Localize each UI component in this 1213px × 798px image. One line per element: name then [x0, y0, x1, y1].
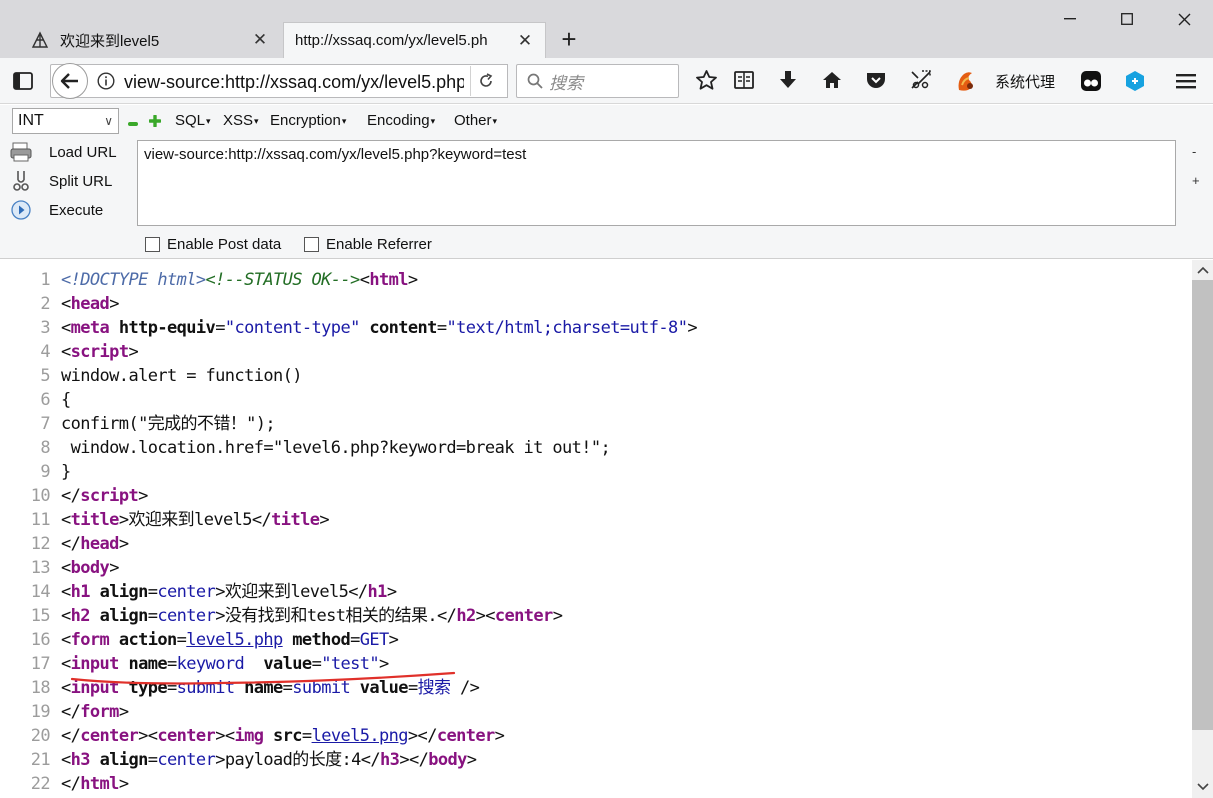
menu-xss[interactable]: XSS▾ — [223, 112, 259, 129]
load-url-button[interactable]: Load URL — [10, 140, 130, 164]
minimize-icon[interactable] — [1056, 6, 1084, 32]
shrink-button[interactable]: - — [1192, 144, 1196, 159]
home-icon[interactable] — [820, 68, 844, 92]
maximize-icon[interactable] — [1113, 6, 1141, 32]
load-url-label: Load URL — [49, 143, 117, 161]
chevron-down-icon: ∨ — [104, 114, 113, 128]
source-line: 5 window.alert = function() — [40, 366, 302, 386]
source-line: 4 <script> — [40, 342, 139, 362]
enable-referrer-checkbox[interactable]: Enable Referrer — [304, 236, 432, 253]
source-line-highlighted: 17 <input name=keyword value="test"> — [30, 654, 390, 674]
reload-icon[interactable] — [470, 66, 500, 96]
enable-referrer-label: Enable Referrer — [326, 236, 432, 253]
info-icon[interactable] — [96, 71, 116, 91]
extension-icon[interactable] — [1122, 68, 1148, 94]
pocket-icon[interactable] — [864, 68, 888, 92]
source-line: 13 <body> — [30, 558, 120, 578]
execute-label: Execute — [49, 201, 104, 219]
tab-title: http://xssaq.com/yx/level5.ph — [295, 32, 488, 49]
type-select[interactable]: INT ∨ — [12, 108, 119, 134]
menu-other-label: Other — [454, 112, 492, 129]
source-line: 2 <head> — [40, 294, 119, 314]
close-tab-icon[interactable]: ✕ — [515, 31, 535, 51]
type-select-value: INT — [18, 112, 44, 129]
new-tab-icon[interactable]: + — [556, 26, 582, 52]
source-line: 12 </head> — [30, 534, 129, 554]
source-line: 20 </center><center><img src=level5.png><… — [30, 726, 505, 746]
execute-button[interactable]: Execute — [10, 198, 130, 222]
tab-level5[interactable]: 欢迎来到level5 ✕ — [0, 22, 280, 58]
proxy-label[interactable]: 系统代理 — [995, 71, 1055, 92]
search-input[interactable]: 搜索 — [516, 64, 679, 98]
source-line: 6{ — [40, 390, 71, 410]
search-placeholder: 搜索 — [549, 73, 583, 93]
source-line: 14 <h1 align=center>欢迎来到level5</h1> — [30, 582, 397, 602]
scroll-down-icon[interactable] — [1196, 780, 1210, 792]
proxy-fox-icon[interactable] — [953, 68, 979, 94]
bookmark-star-icon[interactable] — [694, 68, 718, 92]
source-line: 8 window.location.href="level6.php?keywo… — [40, 438, 611, 458]
source-line: 22 </html> — [30, 774, 129, 794]
source-line: 3 <meta http-equiv="content-type" content… — [40, 318, 697, 338]
source-line: 1 <!DOCTYPE html><!--STATUS OK--><html> — [40, 270, 418, 290]
split-url-button[interactable]: Split URL — [10, 169, 130, 193]
checkbox-box[interactable] — [145, 237, 160, 252]
window-close-icon[interactable] — [1170, 6, 1198, 32]
split-url-label: Split URL — [49, 172, 113, 190]
source-line: 16 <form action=level5.php method=GET> — [30, 630, 399, 650]
hackbar-url-textarea[interactable]: view-source:http://xssaq.com/yx/level5.p… — [137, 140, 1176, 226]
search-icon — [527, 73, 543, 89]
split-url-icon — [10, 170, 32, 192]
source-line: 19 </form> — [30, 702, 129, 722]
source-view: 1 <!DOCTYPE html><!--STATUS OK--><html> 2… — [0, 260, 1192, 798]
checkbox-box[interactable] — [304, 237, 319, 252]
plus-green-icon[interactable] — [148, 114, 162, 128]
scrollbar-thumb[interactable] — [1192, 280, 1213, 730]
reader-icon[interactable] — [732, 68, 756, 92]
download-icon[interactable] — [776, 68, 800, 92]
expand-button[interactable]: + — [1192, 173, 1200, 188]
source-line: 11 <title>欢迎来到level5</title> — [30, 510, 330, 530]
menu-icon[interactable] — [1174, 68, 1198, 94]
menu-other[interactable]: Other▾ — [454, 112, 497, 129]
page-icon — [30, 30, 50, 50]
menu-encryption[interactable]: Encryption▾ — [270, 112, 346, 129]
url-text[interactable]: view-source:http://xssaq.com/yx/level5.p… — [124, 70, 464, 94]
scroll-up-icon[interactable] — [1196, 263, 1210, 275]
red-underline-annotation — [70, 671, 456, 685]
menu-encoding[interactable]: Encoding▾ — [367, 112, 435, 129]
source-line: 7 confirm("完成的不错！"); — [40, 414, 276, 434]
minus-green-icon[interactable] — [127, 116, 139, 126]
source-line: 9} — [40, 462, 71, 482]
screenshot-icon[interactable] — [908, 68, 934, 92]
tampermonkey-icon[interactable] — [1078, 68, 1104, 94]
menu-xss-label: XSS — [223, 112, 254, 129]
source-link[interactable]: level5.png — [312, 726, 409, 746]
menu-encryption-label: Encryption — [270, 112, 341, 129]
enable-post-checkbox[interactable]: Enable Post data — [145, 236, 281, 253]
source-line: 21 <h3 align=center>payload的长度:4</h3></bo… — [30, 750, 477, 770]
source-line: 18 <input type=submit name=submit value=搜… — [30, 678, 480, 698]
back-button[interactable] — [52, 63, 88, 99]
menu-encoding-label: Encoding — [367, 112, 430, 129]
execute-icon — [10, 199, 32, 221]
close-tab-icon[interactable]: ✕ — [250, 30, 270, 50]
tab-view-source[interactable]: http://xssaq.com/yx/level5.ph ✕ — [283, 22, 546, 58]
menu-sql-label: SQL — [175, 112, 206, 129]
tab-strip: 欢迎来到level5 ✕ http://xssaq.com/yx/level5.… — [0, 0, 1213, 58]
load-url-icon — [10, 141, 32, 163]
source-link[interactable]: level5.php — [186, 630, 283, 650]
source-line: 15 <h2 align=center>没有找到和test相关的结果.</h2><… — [30, 606, 563, 626]
enable-post-label: Enable Post data — [167, 236, 282, 253]
sidebar-icon[interactable] — [10, 68, 36, 94]
menu-sql[interactable]: SQL▾ — [175, 112, 211, 129]
tab-title: 欢迎来到level5 — [60, 32, 160, 50]
source-line: 10 </script> — [30, 486, 149, 506]
